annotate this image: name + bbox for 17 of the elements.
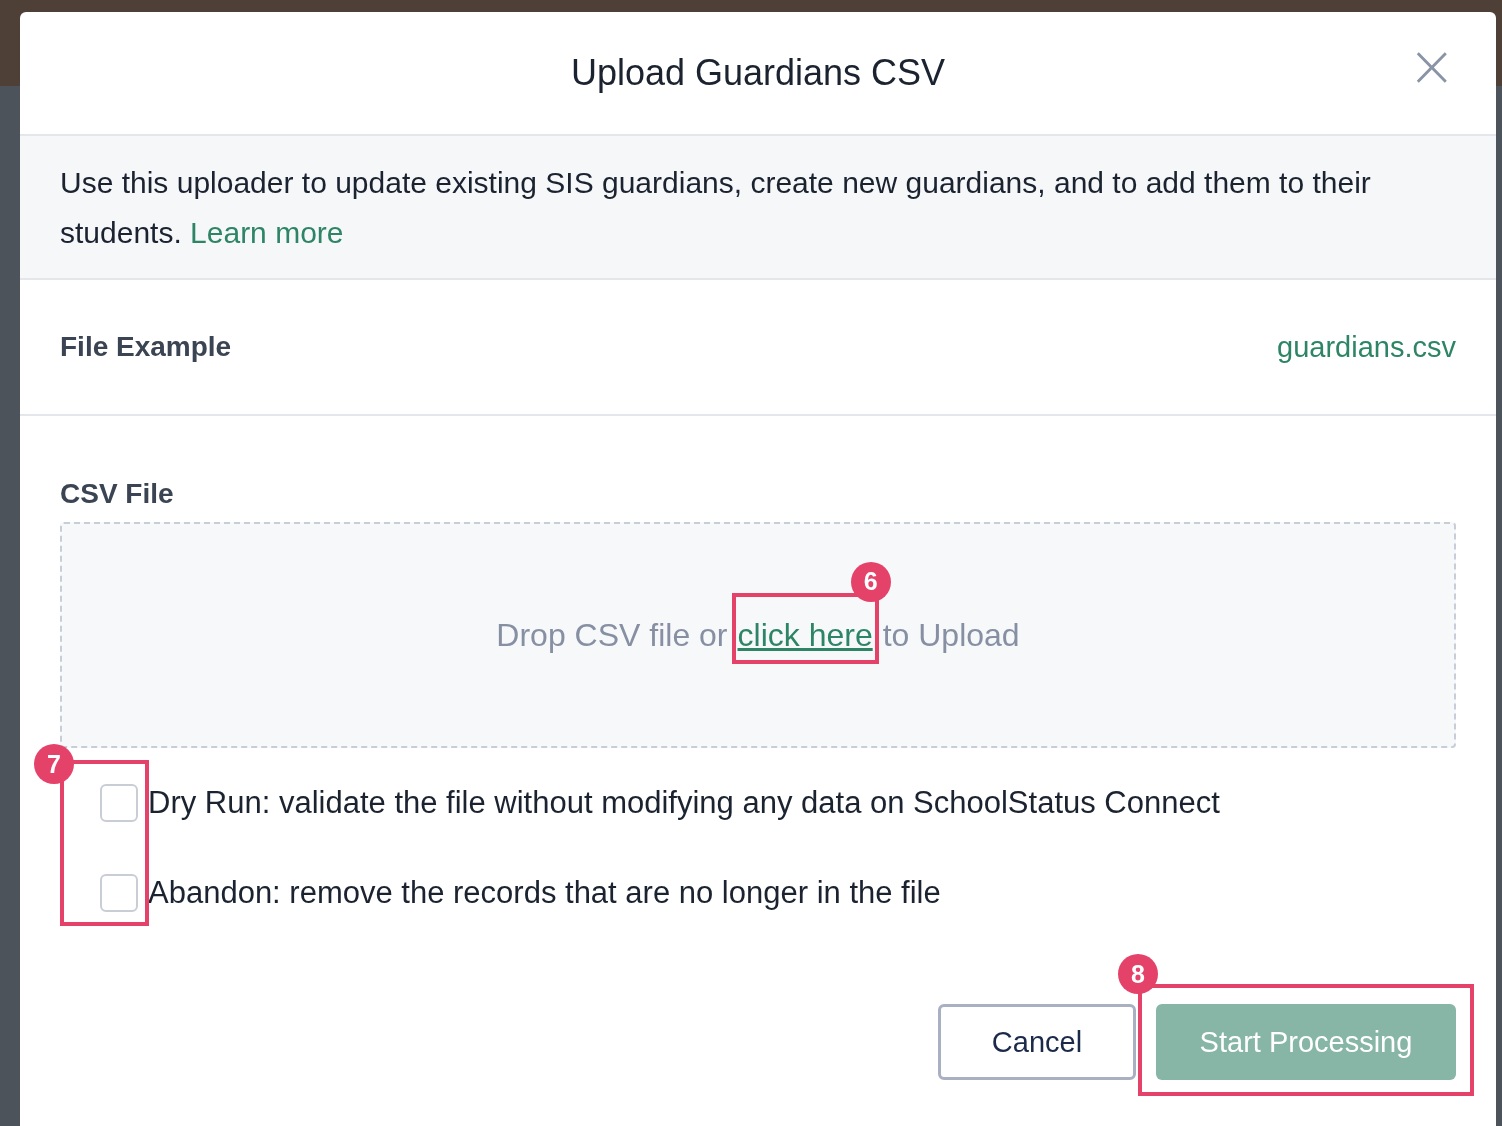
- drop-text: to Upload: [882, 616, 1020, 654]
- intro-text: Use this uploader to update existing SIS guardians, create new guardians, and to add them to their students. Learn more: [60, 165, 1372, 251]
- cancel-button[interactable]: Cancel: [938, 1004, 1136, 1080]
- drop-zone[interactable]: Drop CSV file or click here 6 to Upload: [60, 522, 1456, 748]
- drop-text: Drop CSV file or: [496, 616, 728, 654]
- checkbox-label: Dry Run: validate the file without modifying any data on SchoolStatus Connect: [148, 785, 1220, 821]
- file-example-label: File Example: [60, 331, 232, 363]
- dialog-title: Upload Guardians CSV: [570, 52, 946, 94]
- close-button[interactable]: ×: [1401, 44, 1462, 88]
- upload-link[interactable]: click here: [737, 616, 873, 653]
- learn-more-link[interactable]: Learn more: [190, 216, 344, 249]
- checkbox-label: Abandon: remove the records that are no longer in the file: [148, 875, 941, 911]
- step-number-badge: 7: [34, 744, 74, 784]
- step-number-badge: 8: [1118, 954, 1158, 994]
- csv-file-label: CSV File: [60, 478, 174, 509]
- file-example-link[interactable]: guardians.csv: [1277, 330, 1456, 364]
- step-number-badge: 6: [850, 561, 891, 602]
